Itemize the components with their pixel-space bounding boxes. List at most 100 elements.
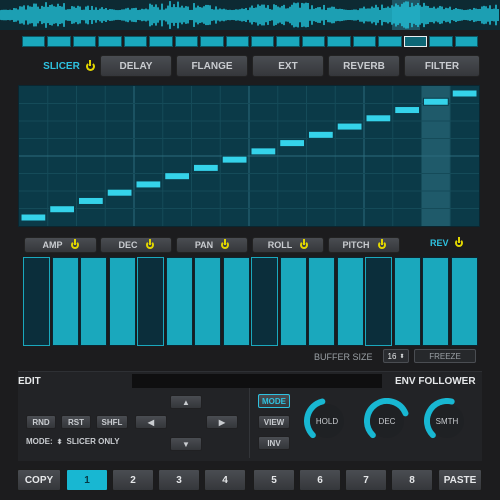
pattern-slot-button[interactable]: 3: [158, 469, 200, 491]
pattern-slot-button[interactable]: 4: [204, 469, 246, 491]
reverse-step-bar[interactable]: [137, 257, 164, 346]
pattern-slot-button[interactable]: 6: [299, 469, 341, 491]
reverse-step-bar[interactable]: [308, 257, 335, 346]
pattern-slot-button[interactable]: 1: [66, 469, 108, 491]
hold-knob[interactable]: HOLD: [304, 398, 350, 444]
effect-slicer-button[interactable]: SLICER: [40, 55, 98, 77]
pattern-slot-button[interactable]: 8: [391, 469, 433, 491]
reverse-step-bar[interactable]: [194, 257, 221, 346]
buffer-size-select[interactable]: 16 ⬍: [383, 349, 409, 363]
mode-label: MODE:: [26, 437, 53, 446]
strip-step[interactable]: [22, 36, 46, 47]
reset-button[interactable]: RST: [61, 415, 91, 429]
strip-step[interactable]: [251, 36, 275, 47]
pattern-slot-button[interactable]: 7: [345, 469, 387, 491]
edit-header-bar: [132, 374, 382, 388]
reverse-step-bar[interactable]: [80, 257, 107, 346]
reverse-step-bar[interactable]: [279, 257, 307, 346]
slice-step-marker: [20, 213, 47, 222]
reverse-step-bar[interactable]: [450, 257, 478, 346]
nudge-left-button[interactable]: ◀: [135, 415, 167, 429]
nudge-up-button[interactable]: ▲: [170, 395, 202, 409]
smooth-knob[interactable]: SMTH: [424, 398, 470, 444]
edit-mode-selector[interactable]: MODE: ⬍ SLICER ONLY: [26, 437, 120, 446]
strip-step[interactable]: [174, 36, 199, 47]
reverse-step-bar[interactable]: [23, 257, 50, 346]
env-invert-button[interactable]: INV: [258, 436, 290, 450]
effect-ext-button[interactable]: EXT: [252, 55, 324, 77]
waveform-display[interactable]: [0, 0, 500, 30]
reverse-step-bar[interactable]: [365, 257, 392, 346]
env-follower-title: ENV FOLLOWER: [395, 376, 476, 387]
slicer-step-grid[interactable]: [18, 85, 480, 227]
reverse-step-bar[interactable]: [251, 257, 278, 346]
power-icon[interactable]: [454, 237, 463, 247]
buffer-size-value: 16: [387, 351, 397, 361]
slice-step-marker: [78, 196, 104, 205]
freeze-button[interactable]: FREEZE: [414, 349, 476, 363]
strip-step[interactable]: [47, 36, 71, 47]
copy-button[interactable]: COPY: [17, 469, 61, 491]
reverse-step-bar[interactable]: [165, 257, 193, 346]
strip-step[interactable]: [72, 36, 97, 47]
randomize-button[interactable]: RND: [26, 415, 56, 429]
slice-step-marker: [221, 155, 248, 164]
strip-step[interactable]: [352, 36, 377, 47]
power-icon[interactable]: [377, 239, 386, 249]
reverse-step-bar[interactable]: [336, 257, 364, 346]
decay-knob[interactable]: DEC: [364, 398, 410, 444]
effect-flange-button[interactable]: FLANGE: [176, 55, 248, 77]
nudge-down-button[interactable]: ▼: [170, 437, 202, 451]
effect-filter-button[interactable]: FILTER: [404, 55, 480, 77]
strip-step[interactable]: [98, 36, 122, 47]
strip-step[interactable]: [327, 36, 351, 47]
power-icon[interactable]: [145, 239, 154, 249]
param-roll-button[interactable]: ROLL: [252, 237, 324, 253]
strip-step[interactable]: [123, 36, 148, 47]
effect-reverb-button[interactable]: REVERB: [328, 55, 400, 77]
nudge-right-button[interactable]: ▶: [206, 415, 238, 429]
param-pan-button[interactable]: PAN: [176, 237, 248, 253]
pattern-slot-button[interactable]: 2: [112, 469, 154, 491]
pattern-slot-button[interactable]: 5: [253, 469, 295, 491]
slicer-grid-graphic: [19, 86, 479, 226]
env-view-button[interactable]: VIEW: [258, 415, 290, 429]
strip-step[interactable]: [429, 36, 453, 47]
effect-label: DELAY: [119, 60, 153, 72]
strip-step[interactable]: [454, 36, 478, 47]
power-icon[interactable]: [221, 239, 230, 249]
knob-label: DEC: [378, 416, 396, 426]
strip-step[interactable]: [149, 36, 173, 47]
slice-step-marker: [336, 122, 363, 131]
shuffle-button[interactable]: SHFL: [96, 415, 128, 429]
reverse-step-bar[interactable]: [422, 257, 449, 346]
strip-step[interactable]: [276, 36, 300, 47]
param-dec-button[interactable]: DEC: [100, 237, 172, 253]
env-mode-button[interactable]: MODE: [258, 394, 290, 408]
rev-label: REV: [430, 238, 449, 248]
param-amp-button[interactable]: AMP: [24, 237, 97, 253]
power-icon[interactable]: [85, 59, 95, 71]
power-icon[interactable]: [70, 239, 79, 249]
reverse-step-bar[interactable]: [108, 257, 136, 346]
effect-delay-button[interactable]: DELAY: [100, 55, 172, 77]
strip-step[interactable]: [200, 36, 224, 47]
strip-step[interactable]: [301, 36, 326, 47]
effect-label: FLANGE: [191, 60, 233, 72]
strip-step[interactable]: [378, 36, 402, 47]
param-label: PAN: [194, 240, 214, 250]
effect-label: SLICER: [43, 60, 80, 72]
param-pitch-button[interactable]: PITCH: [328, 237, 400, 253]
mode-value: SLICER ONLY: [66, 437, 120, 446]
rev-toggle[interactable]: REV: [430, 237, 463, 248]
strip-step[interactable]: [403, 36, 428, 47]
reverse-step-bar[interactable]: [222, 257, 250, 346]
param-label: DEC: [118, 240, 138, 250]
param-label: AMP: [42, 240, 63, 250]
slice-step-marker: [135, 180, 162, 189]
reverse-step-bar[interactable]: [51, 257, 79, 346]
power-icon[interactable]: [300, 239, 309, 249]
reverse-step-bar[interactable]: [393, 257, 421, 346]
strip-step[interactable]: [225, 36, 249, 47]
paste-button[interactable]: PASTE: [438, 469, 482, 491]
